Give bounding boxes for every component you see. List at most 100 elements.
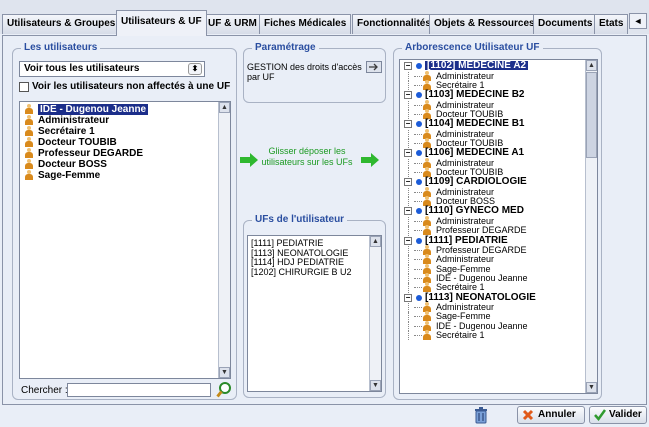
list-item[interactable]: [1202] CHIRURGIE B U2 <box>248 267 381 278</box>
tab-objets-ressources[interactable]: Objets & Ressources <box>429 14 540 34</box>
scroll-up-icon[interactable]: ▲ <box>586 60 597 71</box>
user-icon <box>24 137 34 148</box>
user-ufs-list[interactable]: [1111] PEDIATRIE [1113] NEONATOLOGIE [11… <box>247 235 382 392</box>
user-name: Docteur TOUBIB <box>38 137 117 148</box>
tree-branch <box>414 75 422 77</box>
tree-branch <box>414 162 422 164</box>
trash-icon[interactable] <box>474 407 488 424</box>
scroll-thumb[interactable] <box>586 72 597 158</box>
tree-child-label: Professeur DEGARDE <box>436 225 527 236</box>
user-name: Professeur DEGARDE <box>38 148 144 159</box>
tree-child-label: Sage-Femme <box>436 311 491 322</box>
tree-branch <box>414 201 422 203</box>
tree-content: − [1102] MEDECINE A2 Administrateur Secréta… <box>400 60 597 341</box>
tree-group: Arborescence Utilisateur UF − [1102] MEDE… <box>393 42 602 400</box>
users-list[interactable]: IDE - Dugenou Jeanne Administrateur Secr… <box>19 101 231 379</box>
collapse-icon[interactable]: − <box>404 62 412 70</box>
tab-fonctionnalites[interactable]: Fonctionnalités <box>352 14 436 34</box>
validate-button[interactable]: Valider <box>589 406 647 424</box>
arrow-right-icon <box>240 153 258 167</box>
scroll-down-icon[interactable]: ▼ <box>219 367 230 378</box>
user-filter-value: Voir tous les utilisateurs <box>24 63 140 74</box>
collapse-icon[interactable]: − <box>404 120 412 129</box>
scroll-down-icon[interactable]: ▼ <box>586 382 597 393</box>
validate-label: Valider <box>609 409 642 420</box>
user-icon <box>24 170 34 181</box>
tree-connector <box>408 197 409 207</box>
check-icon <box>594 409 607 427</box>
tab-uf-urm[interactable]: UF & URM <box>203 14 262 34</box>
tab-scroll-left-button[interactable]: ◄ <box>629 13 647 29</box>
tab-utilisateurs-groupes[interactable]: Utilisateurs & Groupes <box>2 14 121 34</box>
tree-child-item[interactable]: Secrétaire 1 <box>400 329 597 341</box>
tree-branch <box>414 133 422 135</box>
tree-connector <box>408 216 409 227</box>
scroll-down-icon[interactable]: ▼ <box>370 380 381 391</box>
tree-connector <box>408 255 409 265</box>
list-item[interactable]: IDE - Dugenou Jeanne <box>20 104 230 115</box>
tree-connector <box>408 226 409 236</box>
uf-node-icon <box>416 92 422 99</box>
collapse-icon[interactable]: − <box>404 207 412 216</box>
tab-utilisateurs-uf[interactable]: Utilisateurs & UF <box>116 10 207 36</box>
tree-branch <box>414 84 422 86</box>
user-icon <box>24 115 34 126</box>
tab-documents[interactable]: Documents <box>533 14 598 34</box>
tree-branch <box>414 191 422 193</box>
tab-fiches-medicales[interactable]: Fiches Médicales <box>259 14 352 34</box>
tree-connector <box>408 138 409 149</box>
users-list-scrollbar[interactable]: ▲ ▼ <box>218 102 230 378</box>
tab-etats[interactable]: Etats <box>594 14 629 34</box>
tab-strip: Utilisateurs & Groupes Utilisateurs & UF… <box>0 0 649 36</box>
tree-node-label: [1106] MEDECINE A1 <box>425 147 525 159</box>
unassigned-users-checkbox[interactable] <box>19 82 29 92</box>
user-icon <box>24 104 34 115</box>
tree-branch <box>414 334 422 336</box>
uf-node-icon <box>416 237 422 244</box>
settings-arrow-icon[interactable] <box>366 61 382 73</box>
drag-drop-hint: Glisser déposer les utilisateurs sur les… <box>261 146 353 167</box>
settings-group-title: Paramétrage <box>252 42 319 54</box>
cancel-button[interactable]: Annuler <box>517 406 585 424</box>
tree-connector <box>408 80 409 91</box>
scroll-up-icon[interactable]: ▲ <box>370 236 381 247</box>
uf-node-icon <box>416 121 422 128</box>
tree-branch <box>414 325 422 327</box>
search-icon[interactable] <box>216 381 232 399</box>
user-filter-select[interactable]: Voir tous les utilisateurs ⬍ <box>19 61 205 77</box>
uf-node-icon <box>416 208 422 215</box>
user-uf-tree[interactable]: − [1102] MEDECINE A2 Administrateur Secréta… <box>399 59 598 394</box>
collapse-icon[interactable]: − <box>404 236 412 245</box>
list-item[interactable]: Sage-Femme <box>20 170 230 181</box>
tree-connector <box>408 283 409 293</box>
collapse-icon[interactable]: − <box>404 178 412 187</box>
tree-node-label: [1109] CARDIOLOGIE <box>425 176 527 188</box>
search-input[interactable] <box>67 383 211 397</box>
user-ufs-scrollbar[interactable]: ▲ ▼ <box>369 236 381 391</box>
list-item[interactable]: Docteur BOSS <box>20 159 230 170</box>
tree-connector <box>408 330 409 341</box>
tree-child-label: Administrateur <box>436 254 495 265</box>
user-ufs-group: UFs de l'utilisateur [1111] PEDIATRIE [1… <box>243 214 386 398</box>
tree-child-label: Secrétaire 1 <box>436 282 485 293</box>
tree-group-title: Arborescence Utilisateur UF <box>402 42 543 54</box>
user-icon <box>24 126 34 137</box>
list-item[interactable]: Professeur DEGARDE <box>20 148 230 159</box>
scroll-up-icon[interactable]: ▲ <box>219 102 230 113</box>
tree-node-label: [1103] MEDECINE B2 <box>425 89 525 101</box>
settings-text: GESTION des droits d'accès par UF <box>247 62 362 82</box>
collapse-icon[interactable]: − <box>404 293 412 302</box>
collapse-icon[interactable]: − <box>404 149 412 158</box>
list-item[interactable]: Secrétaire 1 <box>20 126 230 137</box>
list-item[interactable]: Administrateur <box>20 115 230 126</box>
tree-node-label: [1111] PEDIATRIE <box>425 234 508 246</box>
uf-node-icon <box>416 63 422 69</box>
user-name: IDE - Dugenou Jeanne <box>38 104 149 115</box>
collapse-icon[interactable]: − <box>404 91 412 100</box>
uf-node-icon <box>416 150 422 157</box>
user-name: Sage-Femme <box>38 170 101 181</box>
user-ufs-group-title: UFs de l'utilisateur <box>252 214 348 226</box>
settings-group: Paramétrage GESTION des droits d'accès p… <box>243 42 386 103</box>
tree-scrollbar[interactable]: ▲ ▼ <box>585 60 597 393</box>
list-item[interactable]: Docteur TOUBIB <box>20 137 230 148</box>
